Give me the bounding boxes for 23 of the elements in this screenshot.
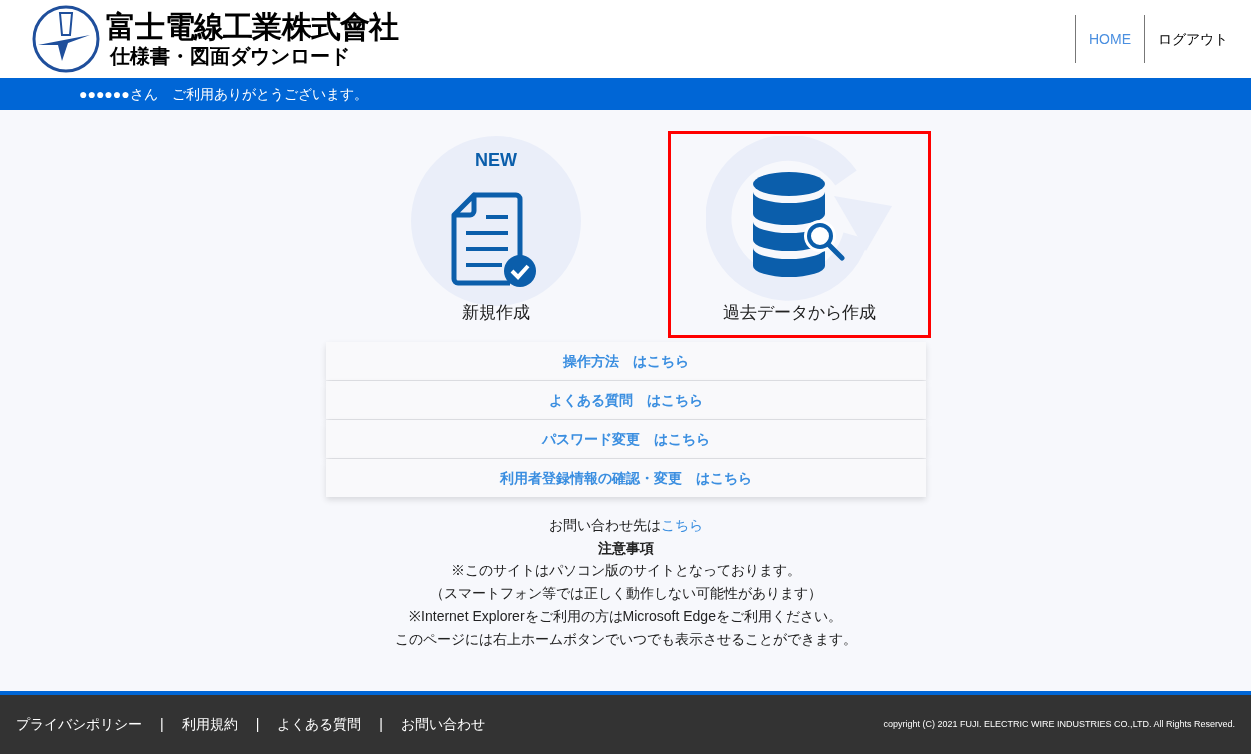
welcome-message: ご利用ありがとうございます。	[171, 84, 368, 104]
footer-link[interactable]: プライバシポリシー	[16, 714, 142, 735]
footer-link[interactable]: よくある質問	[277, 714, 362, 735]
notice-text: （スマートフォン等では正しく動作しない可能性があります）	[429, 584, 822, 603]
company-logo-icon	[32, 5, 100, 73]
notice-text: このページには右上ホームボタンでいつでも表示させることができます。	[394, 630, 857, 649]
footer-separator: |	[254, 715, 261, 734]
new-label: NEW	[475, 151, 517, 169]
company-name: 富士電線工業株式會社	[106, 12, 399, 42]
notice-text: ※Internet Explorerをご利用の方はMicrosoft Edgeをご利用ください。	[409, 607, 842, 626]
user-name: ●●●●●●さん	[79, 84, 158, 104]
notes-title: 注意事項	[597, 539, 654, 558]
footer-separator: |	[378, 715, 384, 734]
contact-text: お問い合わせ先は こちら	[548, 516, 703, 535]
footer-link[interactable]: 利用規約	[181, 714, 238, 735]
notice-text: ※このサイトはパソコン版のサイトとなっております。	[450, 561, 801, 580]
footer-separator: |	[159, 715, 165, 734]
copyright-text: copyright (C) 2021 FUJI. ELECTRIC WIRE INDUSTRIES CO.,LTD. All Rights Reserved.	[883, 717, 1235, 731]
nav-link[interactable]: ログアウト	[1144, 15, 1241, 63]
footer-link[interactable]: お問い合わせ	[400, 714, 485, 735]
menu-tile[interactable]: NEW 新規作成	[364, 131, 628, 338]
site-title: 仕様書・図面ダウンロード	[110, 46, 351, 66]
menu-tile[interactable]: 過去データから作成	[667, 131, 931, 338]
